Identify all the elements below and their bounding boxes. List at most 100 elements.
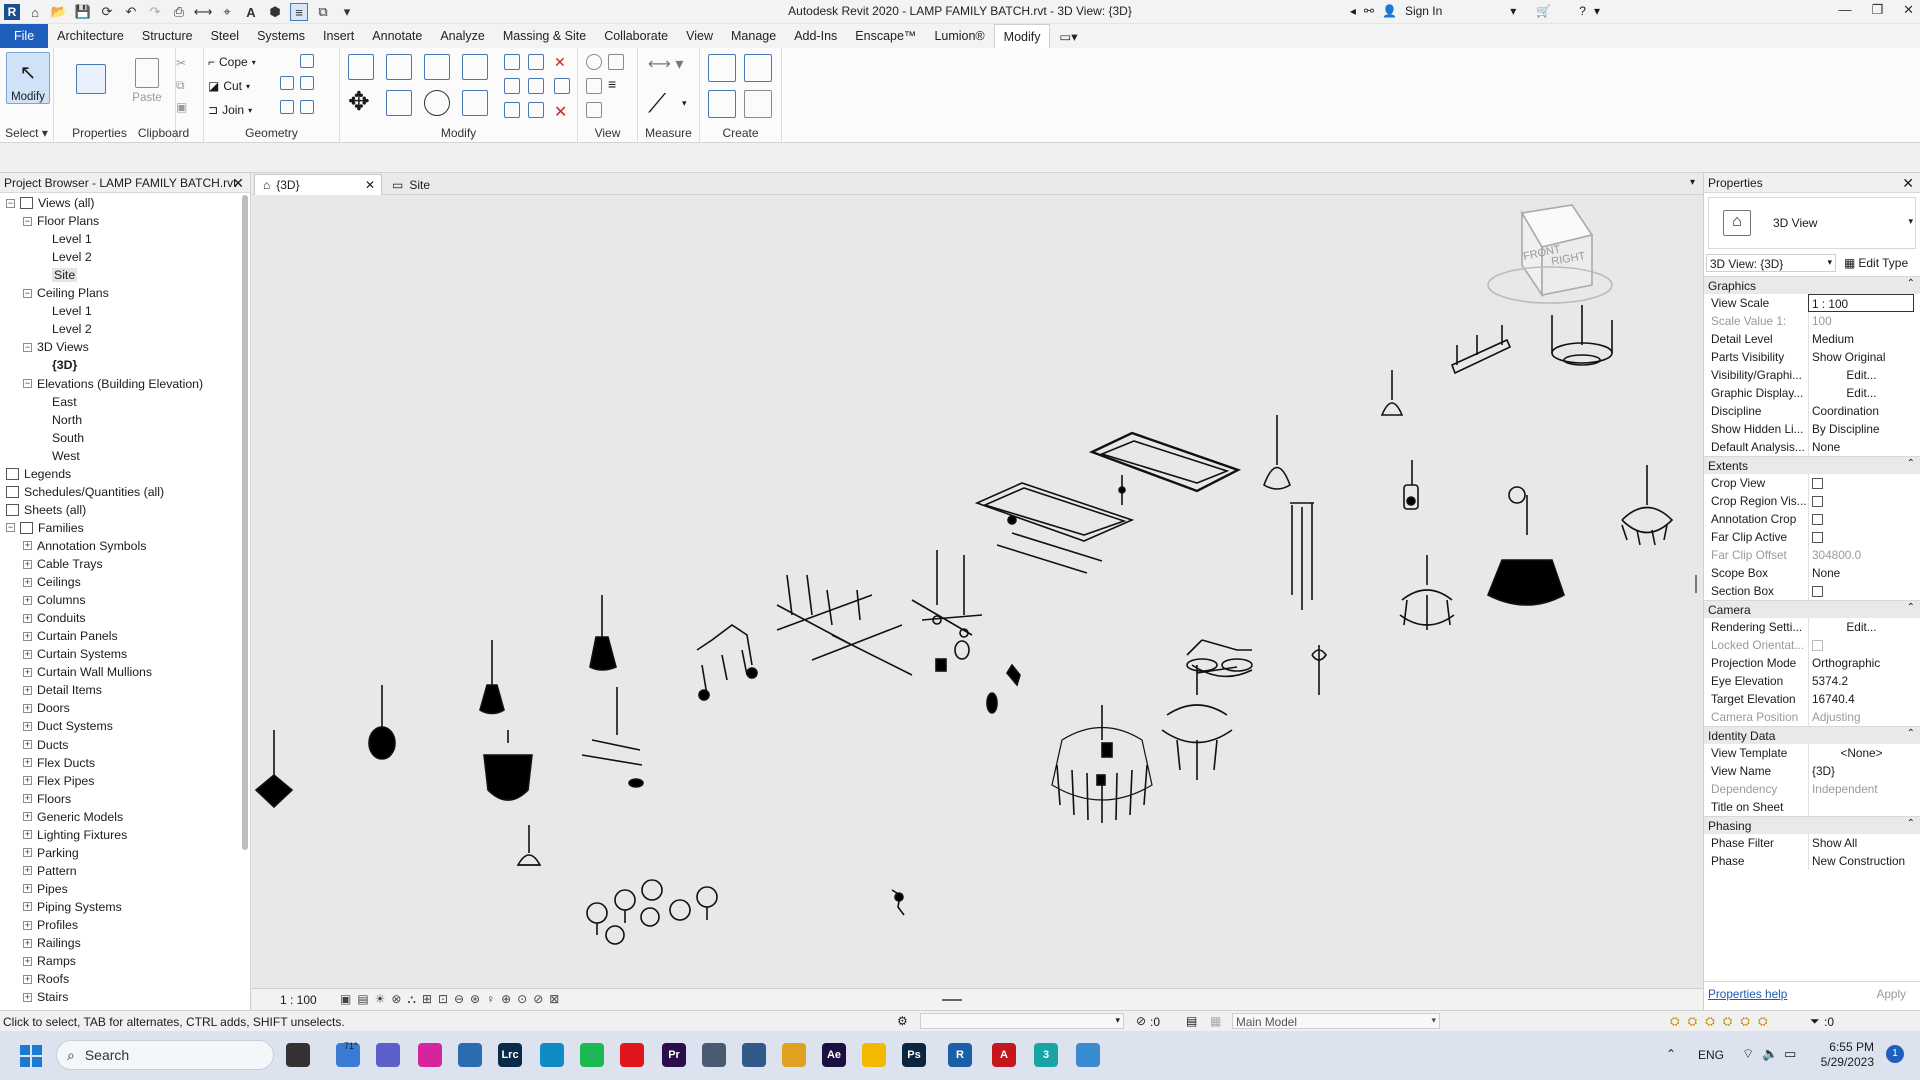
expand-icon[interactable]: + [23,631,32,641]
expand-icon[interactable]: + [23,667,32,677]
expand-icon[interactable]: + [23,595,32,605]
small-pendant[interactable] [516,825,542,866]
property-value[interactable]: 5374.2 [1808,672,1914,690]
delete-elements-icon[interactable]: ✕ [554,54,566,71]
tree-node[interactable]: + Generic Models [23,808,123,826]
property-value[interactable]: Show Original [1808,348,1914,366]
grand-chandelier[interactable] [1051,705,1153,823]
expand-icon[interactable]: + [23,703,32,713]
language-indicator[interactable]: ENG [1698,1048,1724,1062]
expand-icon[interactable]: + [23,577,32,587]
tree-node[interactable]: + Piping Systems [23,898,122,916]
app-generic-2-icon[interactable] [742,1043,766,1067]
expand-icon[interactable]: + [23,541,32,551]
notification-badge[interactable]: 1 [1886,1045,1904,1063]
edit-type-button[interactable]: ▦ Edit Type [1844,254,1908,272]
expand-icon[interactable]: + [23,848,32,858]
collapse-section-icon[interactable]: ⌃ [1907,278,1915,289]
tall-rod-lamps[interactable] [1290,502,1314,610]
checkbox[interactable] [1812,496,1823,507]
expand-icon[interactable]: + [23,721,32,731]
tree-node[interactable]: Level 2 [40,320,92,338]
property-edit-button[interactable]: Edit... [1808,366,1914,384]
workset-dropdown[interactable]: ▾ [920,1013,1124,1029]
tree-node[interactable]: + Cable Trays [23,555,103,573]
sign-in-link[interactable]: Sign In [1405,4,1442,18]
premiere-icon[interactable]: Pr [662,1043,686,1067]
expand-icon[interactable]: + [23,812,32,822]
horizontal-scroll-marker[interactable] [942,999,962,1001]
tab-enscape[interactable]: Enscape™ [846,24,925,48]
cylinder-pendant[interactable] [1403,460,1419,510]
cope-button[interactable]: ⌐ Cope ▾ [208,52,256,72]
drum-pendant[interactable] [483,730,533,801]
linework-icon[interactable] [586,78,602,94]
properties-button[interactable] [66,52,116,104]
tree-node[interactable]: − Views (all) [6,194,95,212]
tab-lumion[interactable]: Lumion® [925,24,993,48]
user-icon[interactable]: 👤 [1382,4,1397,18]
expand-icon[interactable]: + [23,794,32,804]
offset-icon[interactable] [386,54,412,80]
tab-systems[interactable]: Systems [248,24,314,48]
create-group-icon[interactable] [708,90,736,118]
expand-icon[interactable]: + [23,884,32,894]
dimension-chevron-icon[interactable]: ▾ [682,98,687,109]
override-icon[interactable] [608,54,624,70]
tree-node[interactable]: + Columns [23,591,86,609]
expand-icon[interactable]: + [23,974,32,984]
collapse-section-icon[interactable]: ⌃ [1907,458,1915,469]
properties-help-link[interactable]: Properties help [1708,987,1787,1001]
checkbox[interactable] [1812,478,1823,489]
tree-node[interactable]: + Annotation Symbols [23,537,146,555]
properties-section[interactable]: Extents ⌃ [1704,456,1920,474]
match-type-icon[interactable]: ▣ [176,100,187,114]
tree-node[interactable]: + Flex Pipes [23,772,94,790]
properties-section[interactable]: Phasing ⌃ [1704,816,1920,834]
property-value[interactable] [1808,798,1914,816]
tree-node[interactable]: Sheets (all) [6,501,86,519]
tree-node[interactable]: + Detail Items [23,681,102,699]
selection-toggle-icons[interactable]: ⛭⛭⛭⛭⛭⛭ [1670,1014,1776,1029]
property-checkbox[interactable] [1808,510,1914,528]
photoshop-icon[interactable]: Ps [902,1043,926,1067]
autocad-icon[interactable]: A [992,1043,1016,1067]
tree-node[interactable]: + Flex Ducts [23,754,95,772]
crystal-chandelier-large[interactable] [1486,486,1565,606]
tab-view[interactable]: View [677,24,722,48]
spotify-icon[interactable] [580,1043,604,1067]
pendant-lamp-c[interactable] [479,640,505,715]
tab-architecture[interactable]: Architecture [48,24,133,48]
cut-button[interactable]: ◪ Cut ▾ [208,76,250,96]
property-checkbox[interactable] [1808,528,1914,546]
3d-view-canvas[interactable]: FRONT RIGHT [252,195,1703,988]
collapse-icon[interactable]: − [23,288,32,298]
line-pattern-icon[interactable]: ≡ [608,77,624,94]
view-cube[interactable]: FRONT RIGHT [1487,204,1613,304]
edge-icon[interactable] [540,1043,564,1067]
close-properties-icon[interactable]: ✕ [1902,175,1914,192]
minimize-icon[interactable]: — [1838,2,1851,18]
checkbox[interactable] [1812,532,1823,543]
align-icon[interactable] [348,54,374,80]
expand-icon[interactable]: + [23,740,32,749]
pendant-lamp-a[interactable] [254,730,294,809]
expand-icon[interactable]: + [23,776,32,786]
tree-node[interactable]: + Ceilings [23,573,81,591]
view-control-icons[interactable]: ▣▤☀⊗⛬⊞⊡⊖⊛♀⊕⊙⊘⊠ [340,992,565,1007]
restore-icon[interactable]: ❐ [1871,2,1883,18]
copy-clip-icon[interactable]: ⧉ [176,78,185,93]
media-icon[interactable] [782,1043,806,1067]
design-options-icon[interactable]: ▤ [1186,1014,1197,1028]
tab-steel[interactable]: Steel [202,24,249,48]
tab-structure[interactable]: Structure [133,24,202,48]
close-browser-icon[interactable]: ✕ [232,175,244,192]
rotate-icon[interactable] [424,90,450,116]
tree-node[interactable]: + Doors [23,699,70,717]
property-value[interactable]: {3D} [1808,762,1914,780]
collapse-icon[interactable]: − [6,523,15,533]
linear-cross-lamps[interactable] [776,574,913,676]
close-icon[interactable]: ✕ [1903,2,1914,18]
pin-icon[interactable] [528,78,544,94]
tree-node[interactable]: {3D} [40,356,77,374]
